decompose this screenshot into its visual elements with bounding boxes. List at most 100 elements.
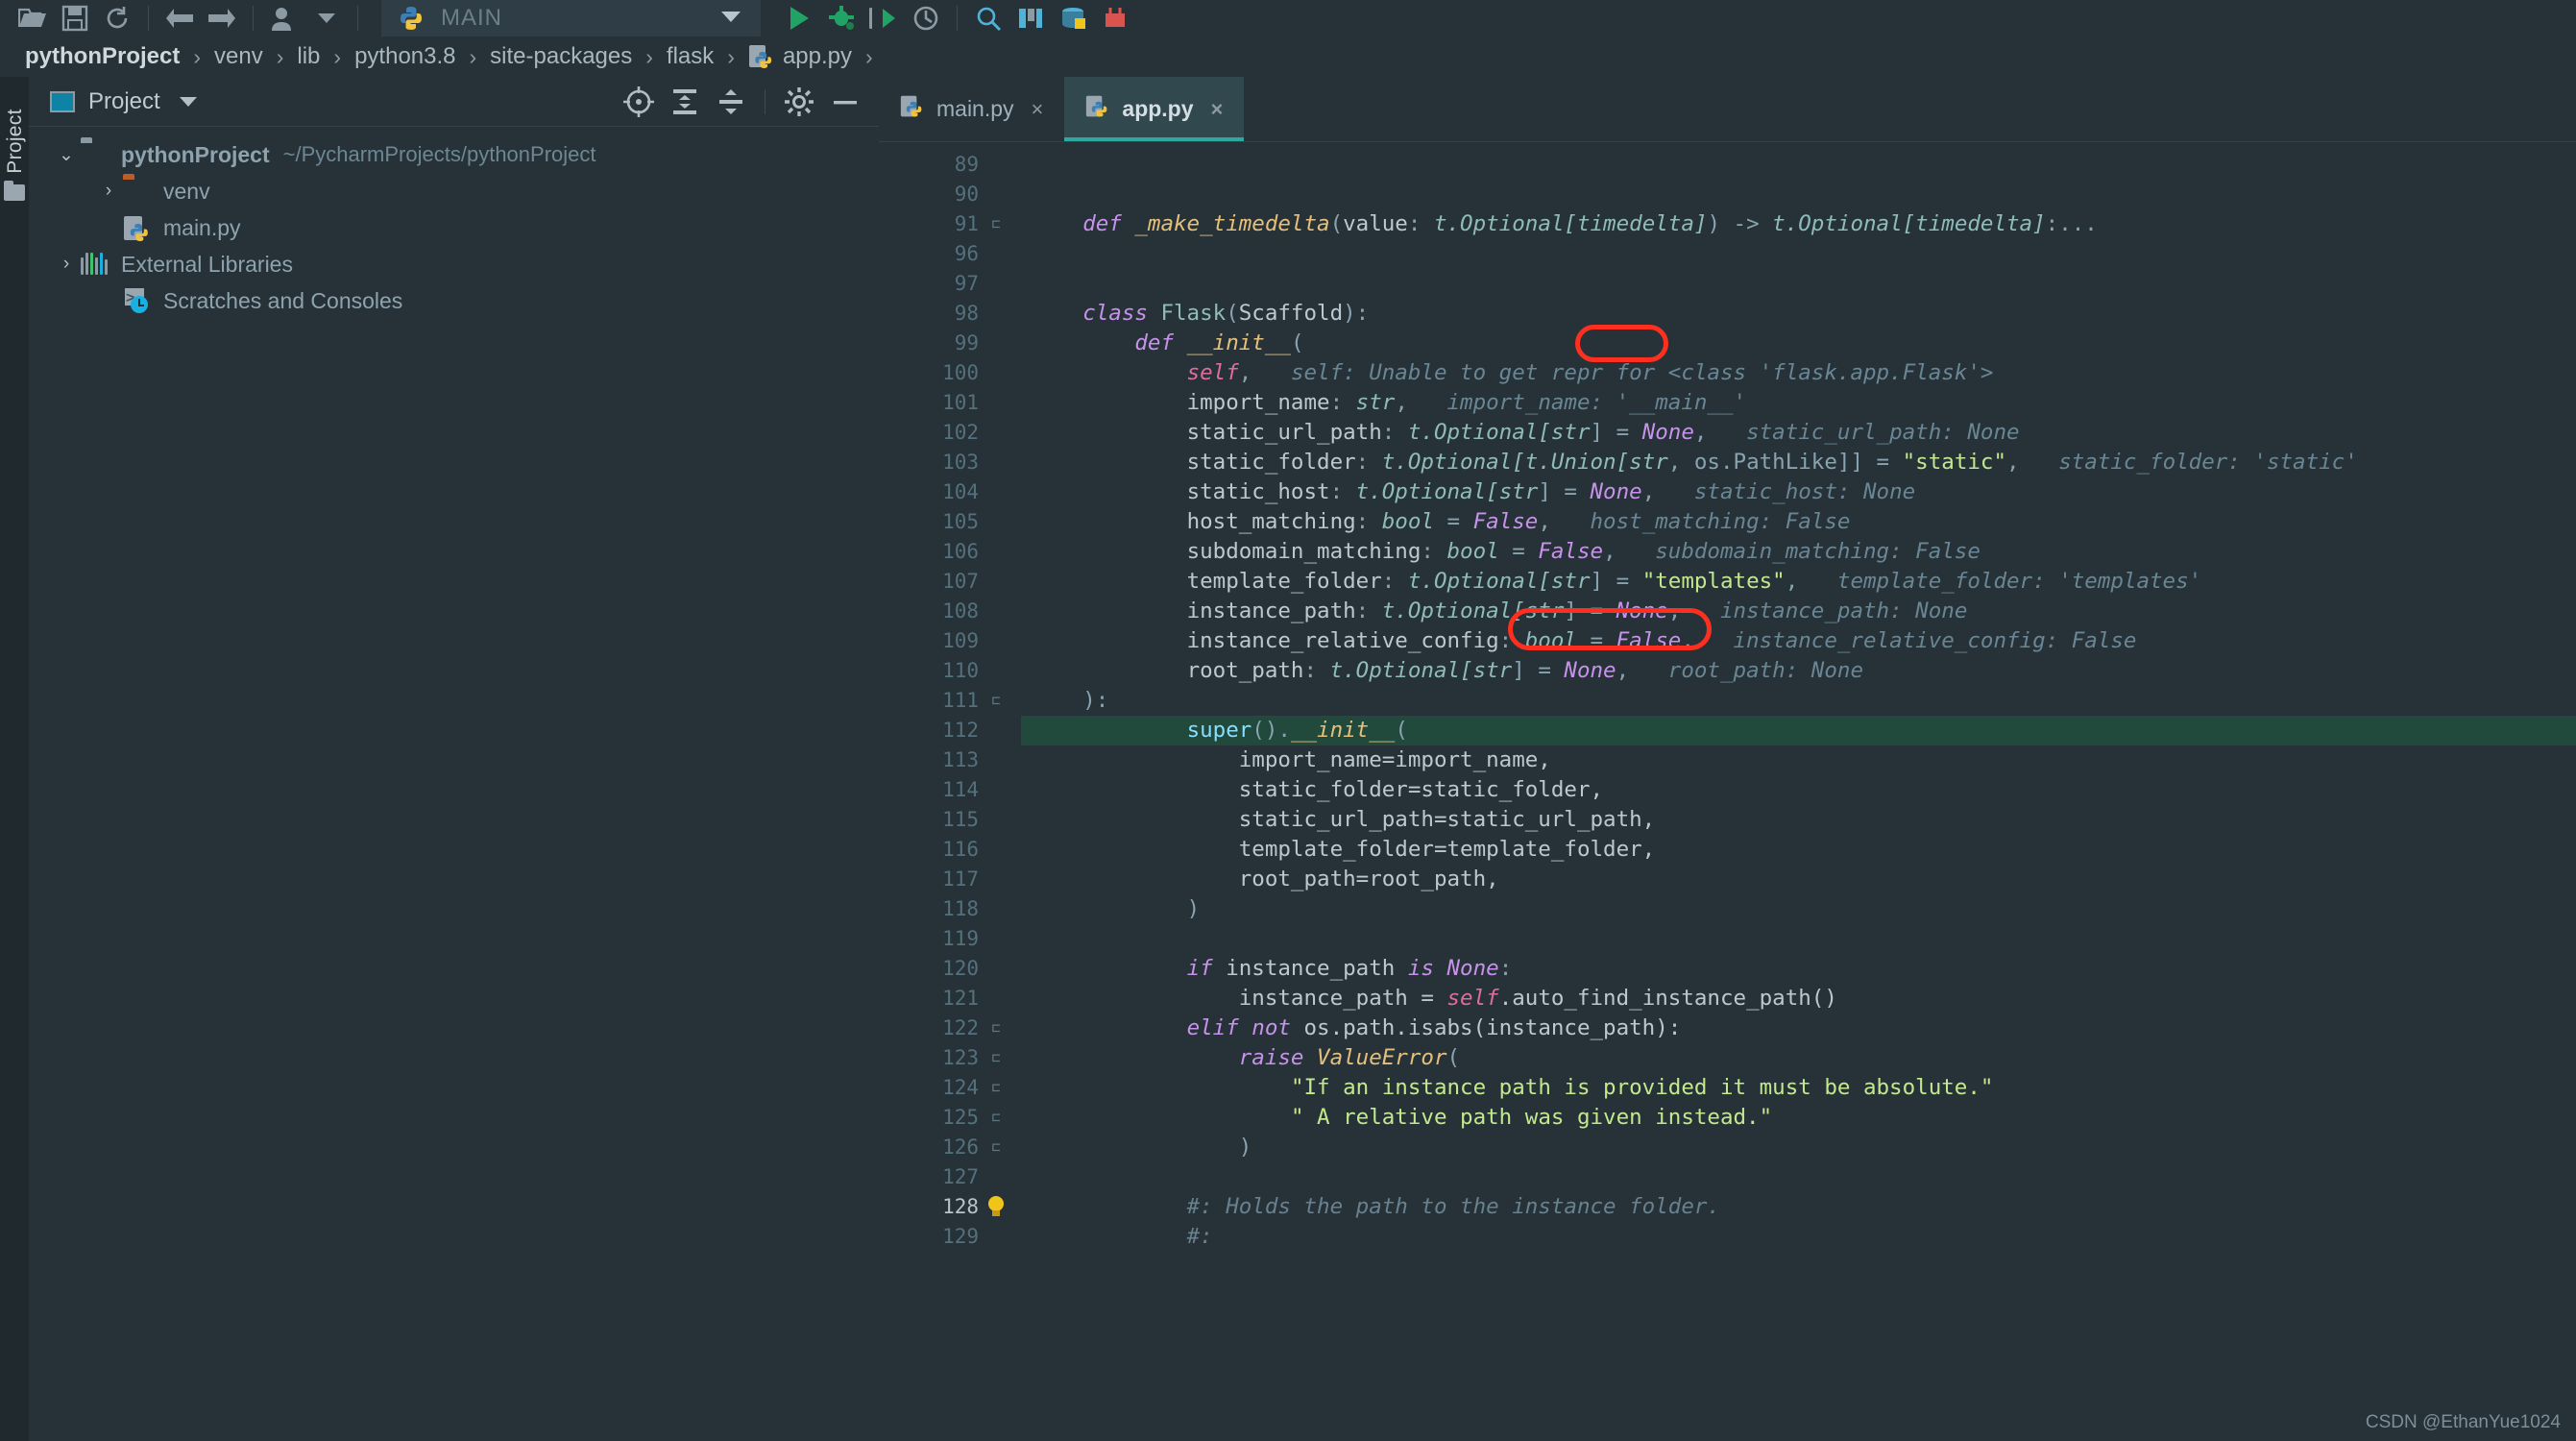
run-configuration-selector[interactable]: MAIN [381,0,761,37]
code-line[interactable]: root_path=root_path, [1021,865,2576,894]
code-token: def [1134,330,1187,355]
open-folder-icon[interactable] [12,2,54,35]
tree-row-scratches-and-consoles[interactable]: > Scratches and Consoles [29,282,879,319]
fold-marker-icon[interactable]: ⊏ [988,1133,1004,1162]
chevron-right-icon[interactable]: › [52,254,81,275]
code-editor[interactable]: 89 90 91 ⊏ 96 97 98 99 100 101 102 103 104 105 106 107 1… [879,142,2576,1441]
breadcrumb-item-venv[interactable]: venv [210,43,267,70]
dropdown-caret-icon[interactable] [305,2,348,35]
code-line[interactable] [1021,924,2576,954]
breadcrumb-item-lib[interactable]: lib [293,43,324,70]
code-line[interactable]: root_path: t.Optional[str] = None, root_… [1021,656,2576,686]
line-number: 91 [954,212,979,235]
locate-icon[interactable] [619,82,659,122]
breadcrumb-item-app-py[interactable]: app.py [744,43,856,70]
code-line[interactable]: static_url_path=static_url_path, [1021,805,2576,835]
settings-gear-icon[interactable] [779,82,819,122]
tree-row-pythonProject[interactable]: ⌄ pythonProject ~/PycharmProjects/python… [29,136,879,173]
hide-panel-icon[interactable] [825,82,865,122]
breadcrumb-item-site-packages[interactable]: site-packages [486,43,636,70]
collapse-all-icon[interactable] [711,82,751,122]
code-line[interactable]: def _make_timedelta(value: t.Optional[ti… [1021,209,2576,239]
fold-marker-icon[interactable]: ⊏ [988,209,1004,239]
left-tool-strip: Project [0,77,29,1441]
save-icon[interactable] [54,2,96,35]
chevron-down-icon[interactable] [718,8,743,30]
code-content[interactable]: def _make_timedelta(value: t.Optional[ti… [1021,142,2576,1441]
fold-marker-icon[interactable]: ⊏ [988,1043,1004,1073]
code-line[interactable]: raise ValueError( [1021,1043,2576,1073]
run-icon[interactable] [778,2,820,35]
code-line[interactable] [1021,150,2576,180]
code-line[interactable] [1021,269,2576,299]
line-number: 107 [942,570,979,593]
code-line[interactable]: static_host: t.Optional[str] = None, sta… [1021,477,2576,507]
profile-run-icon[interactable] [905,2,947,35]
sync-icon[interactable] [96,2,138,35]
search-everywhere-icon[interactable] [967,2,1009,35]
forward-arrow-icon[interactable] [201,2,243,35]
code-line[interactable]: instance_path: t.Optional[str] = None, i… [1021,597,2576,626]
back-arrow-icon[interactable] [158,2,201,35]
code-line[interactable]: import_name=import_name, [1021,745,2576,775]
code-line[interactable]: static_folder=static_folder, [1021,775,2576,805]
tab-app-py[interactable]: app.py × [1064,77,1245,141]
structure-icon[interactable] [1009,2,1052,35]
code-line[interactable]: elif not os.path.isabs(instance_path): [1021,1014,2576,1043]
close-icon[interactable]: × [1032,97,1044,122]
code-line[interactable]: static_url_path: t.Optional[str] = None,… [1021,418,2576,448]
code-line[interactable] [1021,180,2576,209]
profile-icon[interactable] [263,2,305,35]
run-coverage-icon[interactable] [863,2,905,35]
code-line[interactable]: static_folder: t.Optional[t.Union[str, o… [1021,448,2576,477]
code-token: #: Holds the path to the instance folder… [1186,1194,1720,1219]
structure-strip-icon[interactable] [4,181,25,201]
code-line[interactable]: " A relative path was given instead." [1021,1103,2576,1133]
code-line[interactable]: import_name: str, import_name: '__main__… [1021,388,2576,418]
code-line[interactable]: host_matching: bool = False, host_matchi… [1021,507,2576,537]
code-line[interactable]: def __init__( [1021,329,2576,358]
code-line[interactable]: subdomain_matching: bool = False, subdom… [1021,537,2576,567]
code-line[interactable] [1021,1162,2576,1192]
breadcrumb-item-pythonProject[interactable]: pythonProject [21,43,183,70]
expand-all-icon[interactable] [665,82,705,122]
code-line[interactable]: self, self: Unable to get repr for <clas… [1021,358,2576,388]
fold-marker-icon[interactable]: ⊏ [988,1014,1004,1043]
code-line[interactable]: if instance_path is None: [1021,954,2576,984]
code-line[interactable]: template_folder: t.Optional[str] = "temp… [1021,567,2576,597]
db-icon[interactable] [1052,2,1094,35]
code-line[interactable]: #: Holds the path to the instance folder… [1021,1192,2576,1222]
fold-marker-icon[interactable]: ⊏ [988,686,1004,716]
tool-window-project-tab[interactable]: Project [1,93,30,189]
code-line[interactable]: ): [1021,686,2576,716]
breadcrumb-item-flask[interactable]: flask [663,43,717,70]
debug-icon[interactable] [820,2,863,35]
tree-row-venv[interactable]: › venv [29,173,879,209]
code-line[interactable] [1021,239,2576,269]
chevron-right-icon[interactable]: › [94,181,123,202]
close-icon[interactable]: × [1211,97,1224,122]
breadcrumb-item-python38[interactable]: python3.8 [351,43,459,70]
chevron-down-icon[interactable]: ⌄ [52,144,81,166]
code-line[interactable]: template_folder=template_folder, [1021,835,2576,865]
tree-row-external-libraries[interactable]: › External Libraries [29,246,879,282]
code-line[interactable]: super().__init__( [1021,716,2576,745]
code-line[interactable]: instance_path = self.auto_find_instance_… [1021,984,2576,1014]
code-line[interactable]: #: [1021,1222,2576,1252]
code-line[interactable]: "If an instance path is provided it must… [1021,1073,2576,1103]
fold-marker-icon[interactable]: ⊏ [988,1103,1004,1133]
line-number-gutter[interactable]: 89 90 91 ⊏ 96 97 98 99 100 101 102 103 104 105 106 107 1… [879,142,1021,1441]
tab-main-py[interactable]: main.py × [879,77,1064,141]
chevron-down-icon[interactable] [179,96,197,107]
intention-bulb-icon[interactable] [984,1195,1009,1220]
code-line[interactable]: class Flask(Scaffold): [1021,299,2576,329]
tree-row-main-py[interactable]: main.py [29,209,879,246]
plugin-icon[interactable] [1094,2,1136,35]
code-line[interactable]: ) [1021,1133,2576,1162]
line-number: 96 [954,242,979,265]
code-line[interactable]: instance_relative_config: bool = False, … [1021,626,2576,656]
code-line[interactable]: ) [1021,894,2576,924]
fold-marker-icon[interactable]: ⊏ [988,1073,1004,1103]
